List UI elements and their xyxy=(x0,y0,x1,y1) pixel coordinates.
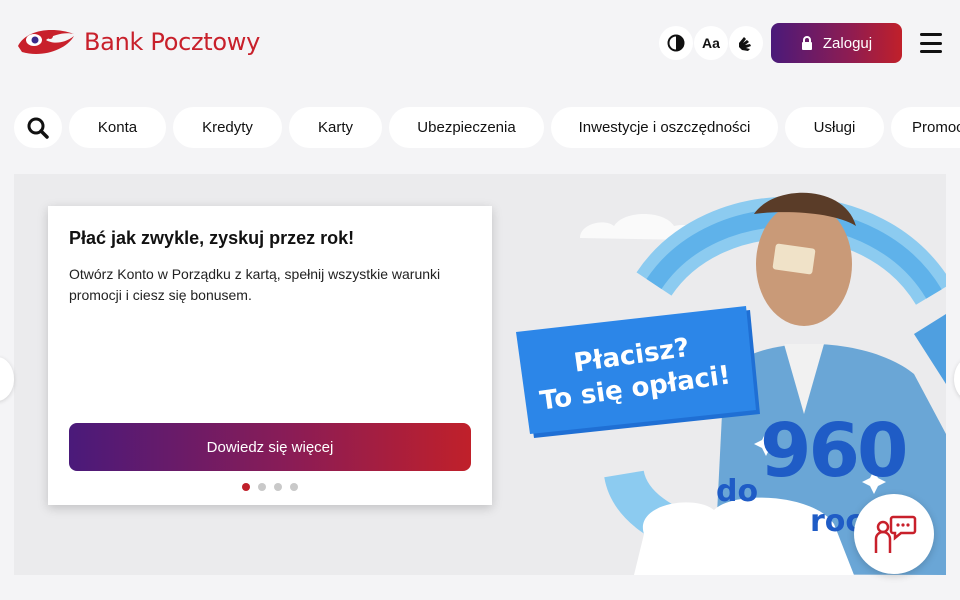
promo-amount: 960 xyxy=(760,408,908,494)
bank-logo[interactable]: Bank Pocztowy xyxy=(14,24,260,60)
nav-item-karty[interactable]: Karty xyxy=(289,107,382,148)
sign-language-icon xyxy=(739,37,751,51)
nav-item-label: Usługi xyxy=(813,119,856,136)
brand-name: Bank Pocztowy xyxy=(84,28,261,56)
search-icon xyxy=(27,117,49,139)
carousel-dot-4[interactable] xyxy=(290,483,298,491)
font-size-button[interactable]: Aa xyxy=(694,26,728,60)
promo-card: Płać jak zwykle, zyskuj przez rok! Otwór… xyxy=(48,206,492,505)
contrast-icon xyxy=(667,34,685,52)
logo-mark-icon xyxy=(18,30,74,55)
chat-support-button[interactable] xyxy=(854,494,934,574)
nav-item-inwestycje[interactable]: Inwestycje i oszczędności xyxy=(551,107,778,148)
carousel-dot-1[interactable] xyxy=(242,483,250,491)
chat-support-icon xyxy=(874,515,917,553)
contrast-toggle-button[interactable] xyxy=(659,26,693,60)
promo-description: Otwórz Konto w Porządku z kartą, spełnij… xyxy=(69,266,441,303)
nav-item-label: Karty xyxy=(317,119,353,136)
nav-item-ubezpieczenia[interactable]: Ubezpieczenia xyxy=(389,107,544,148)
nav-item-label: Promocje xyxy=(912,119,960,136)
login-button[interactable]: Zaloguj xyxy=(771,23,902,63)
lock-icon xyxy=(801,36,812,50)
nav-item-uslugi[interactable]: Usługi xyxy=(785,107,884,148)
learn-more-label: Dowiedz się więcej xyxy=(206,438,334,456)
nav-item-label: Ubezpieczenia xyxy=(417,119,516,136)
nav-item-kredyty[interactable]: Kredyty xyxy=(173,107,282,148)
carousel-dot-3[interactable] xyxy=(274,483,282,491)
nav-item-label: Kredyty xyxy=(202,119,253,136)
carousel-dot-2[interactable] xyxy=(258,483,266,491)
nav-item-promocje[interactable]: Promocje xyxy=(891,107,960,148)
promo-title: Płać jak zwykle, zyskuj przez rok! xyxy=(69,228,355,248)
carousel-dots xyxy=(242,483,298,491)
hamburger-menu-icon[interactable] xyxy=(920,33,942,53)
carousel-prev-button[interactable] xyxy=(0,357,14,401)
promo-prefix: do xyxy=(716,474,759,509)
sign-language-button[interactable] xyxy=(729,26,763,60)
font-size-label: Aa xyxy=(702,35,720,51)
search-button[interactable] xyxy=(14,107,62,148)
login-label: Zaloguj xyxy=(822,34,873,52)
nav-item-label: Inwestycje i oszczędności xyxy=(578,119,751,136)
nav-item-label: Konta xyxy=(97,119,138,136)
learn-more-button[interactable]: Dowiedz się więcej xyxy=(69,423,471,471)
nav-item-konta[interactable]: Konta xyxy=(69,107,166,148)
carousel-next-button[interactable] xyxy=(954,357,960,401)
